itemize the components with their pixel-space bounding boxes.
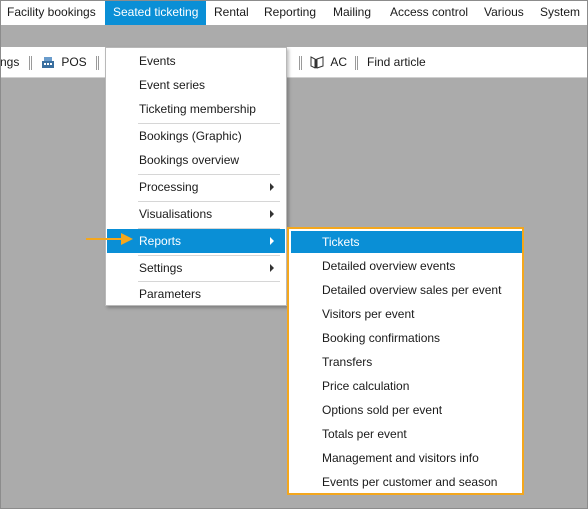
pos-label: POS (61, 55, 87, 69)
reports-submenu: Tickets Detailed overview events Detaile… (287, 227, 524, 495)
submenu-item-visitors-per-event[interactable]: Visitors per event (291, 303, 522, 325)
submenu-item-price-calculation[interactable]: Price calculation (291, 375, 522, 397)
cash-register-icon (42, 57, 54, 69)
pointer-arrow-icon (86, 233, 133, 245)
access-control-icon (310, 56, 324, 70)
reports-label: Reports (139, 234, 182, 248)
dropdown-item-parameters[interactable]: Parameters (107, 282, 285, 306)
toolbar-find-article-button[interactable]: Find article (367, 47, 426, 78)
toolbar: ngs POS AC Find article (0, 47, 588, 78)
visualisations-label: Visualisations (139, 207, 213, 221)
dropdown-item-visualisations[interactable]: Visualisations (107, 202, 285, 226)
submenu-item-transfers[interactable]: Transfers (291, 351, 522, 373)
seated-ticketing-dropdown: Events Event series Ticketing membership… (105, 47, 287, 306)
dropdown-item-ticketing-membership[interactable]: Ticketing membership (107, 97, 285, 121)
ac-label: AC (330, 55, 348, 69)
submenu-arrow-icon (270, 264, 274, 272)
submenu-item-booking-confirmations[interactable]: Booking confirmations (291, 327, 522, 349)
menu-various[interactable]: Various (484, 0, 524, 25)
toolbar-separator (355, 56, 358, 70)
submenu-arrow-icon (270, 237, 274, 245)
processing-label: Processing (139, 180, 199, 194)
dropdown-item-processing[interactable]: Processing (107, 175, 285, 199)
submenu-item-totals-per-event[interactable]: Totals per event (291, 423, 522, 445)
dropdown-item-bookings-graphic[interactable]: Bookings (Graphic) (107, 124, 285, 148)
menu-rental[interactable]: Rental (214, 0, 249, 25)
settings-label: Settings (139, 261, 183, 275)
menu-seated-ticketing[interactable]: Seated ticketing (105, 0, 207, 25)
submenu-arrow-icon (270, 210, 274, 218)
submenu-arrow-icon (270, 183, 274, 191)
toolbar-separator (29, 56, 32, 70)
menu-reporting[interactable]: Reporting (264, 0, 316, 25)
menu-mailing[interactable]: Mailing (333, 0, 371, 25)
toolbar-bookings-button[interactable]: ngs (0, 47, 19, 78)
toolbar-separator (299, 56, 302, 70)
toolbar-ac-button[interactable]: AC (310, 47, 347, 78)
toolbar-pos-button[interactable]: POS (41, 47, 87, 78)
dropdown-item-settings[interactable]: Settings (107, 256, 285, 280)
menu-system[interactable]: System (540, 0, 580, 25)
menu-access-control[interactable]: Access control (390, 0, 468, 25)
menu-bar: Facility bookings Seated ticketing Renta… (0, 0, 588, 25)
submenu-item-detailed-overview-events[interactable]: Detailed overview events (291, 255, 522, 277)
menu-facility-bookings[interactable]: Facility bookings (7, 0, 96, 25)
submenu-item-detailed-overview-sales-per-event[interactable]: Detailed overview sales per event (291, 279, 522, 301)
submenu-item-options-sold-per-event[interactable]: Options sold per event (291, 399, 522, 421)
dropdown-item-event-series[interactable]: Event series (107, 73, 285, 97)
submenu-item-events-per-customer-and-season[interactable]: Events per customer and season (291, 471, 522, 493)
submenu-item-management-and-visitors-info[interactable]: Management and visitors info (291, 447, 522, 469)
toolbar-separator (96, 56, 99, 70)
submenu-item-tickets[interactable]: Tickets (291, 231, 522, 253)
dropdown-item-events[interactable]: Events (107, 49, 285, 73)
dropdown-item-bookings-overview[interactable]: Bookings overview (107, 148, 285, 172)
